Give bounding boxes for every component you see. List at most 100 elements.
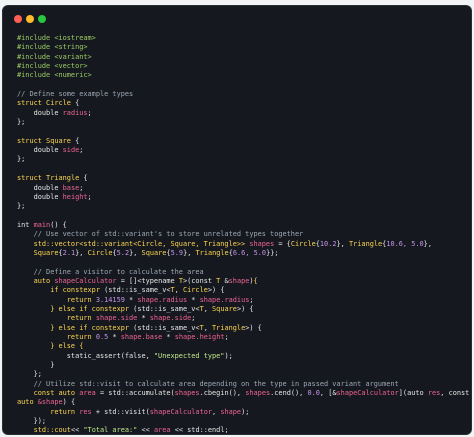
- code-line: #include <iostream>: [17, 34, 467, 43]
- code-token: = {: [274, 239, 291, 248]
- code-token: *: [187, 295, 200, 304]
- code-token: Triangle: [348, 239, 383, 248]
- code-line: const auto area = std::accumulate(shapes…: [17, 389, 470, 398]
- code-line: static_assert(false, "Unexpected type");: [17, 352, 467, 361]
- code-line: #include <numeric>: [17, 71, 467, 80]
- code-token: struct: [17, 99, 47, 108]
- code-token: shape.height: [174, 333, 225, 341]
- code-line: };: [17, 370, 467, 379]
- code-token: Triangle: [195, 248, 229, 257]
- code-token: return: [17, 407, 80, 416]
- code-token: + std::visit(: [91, 407, 150, 416]
- code-token: 6.6, 5.0: [232, 248, 267, 257]
- code-token: double: [17, 146, 63, 155]
- code-line: }: [17, 361, 467, 370]
- code-token: >(const: [182, 276, 217, 285]
- code-token: <<: [137, 426, 154, 435]
- code-token: // Define some example types: [17, 90, 134, 99]
- code-token: ,: [174, 286, 183, 295]
- code-token: = std::accumulate(: [95, 389, 175, 398]
- code-token: shape.base: [120, 333, 163, 341]
- code-token: ;: [87, 108, 92, 117]
- code-token: (std::is_same_v<: [104, 286, 171, 295]
- code-token: };: [17, 118, 26, 127]
- code-line: };: [17, 118, 467, 127]
- code-token: #include <variant>: [17, 52, 92, 61]
- code-token: shapeCalculator: [149, 407, 213, 416]
- code-line: std::vector<std::variant<Circle, Square,…: [17, 240, 467, 249]
- code-token: Square: [212, 304, 237, 313]
- minimize-dot[interactable]: [26, 15, 34, 23]
- code-token: = []<typename: [116, 276, 179, 285]
- code-token: #include <vector>: [17, 62, 88, 71]
- code-token: if constexpr: [17, 286, 105, 295]
- code-token: 10.2: [319, 239, 337, 248]
- code-token: {: [70, 99, 80, 108]
- code-token: }};: [266, 248, 279, 257]
- code-token: {: [253, 276, 258, 285]
- code-token: Triangle: [212, 323, 246, 332]
- code-line: double radius;: [17, 109, 467, 118]
- code-line: if constexpr (std::is_same_v<T, Circle>)…: [17, 286, 467, 295]
- code-token: static_assert(false,: [17, 351, 154, 360]
- code-token: shapes: [174, 389, 200, 398]
- code-token: (std::is_same_v<: [133, 304, 200, 313]
- code-token: shape: [228, 276, 250, 285]
- code-token: } else if constexpr: [17, 304, 134, 313]
- code-line: return 0.5 * shape.base * shape.height;: [17, 333, 467, 342]
- code-token: double: [17, 108, 63, 117]
- code-line: auto shapeCalculator = []<typename T>(co…: [17, 277, 467, 286]
- code-token: std::vector<std::variant<Circle, Square,…: [17, 239, 250, 248]
- code-token: radius: [62, 108, 88, 117]
- code-token: return: [17, 295, 96, 304]
- code-token: , const: [440, 389, 470, 398]
- code-line: int main() {: [17, 221, 467, 230]
- code-token: double: [17, 183, 63, 192]
- code-token: main: [33, 220, 51, 229]
- code-token: Circle: [290, 239, 316, 248]
- code-token: base: [62, 183, 80, 192]
- code-token: );: [224, 351, 233, 360]
- zoom-dot[interactable]: [38, 15, 46, 23]
- code-token: >) {: [245, 323, 262, 332]
- code-token: // Utilize std::visit to calculate area …: [17, 379, 399, 388]
- close-dot[interactable]: [14, 15, 22, 23]
- code-token: auto: [17, 276, 55, 285]
- code-line: struct Circle {: [17, 99, 467, 108]
- code-line: #include <string>: [17, 43, 467, 52]
- code-token: shape: [220, 407, 242, 416]
- code-token: Circle: [182, 286, 208, 295]
- code-token: {: [70, 136, 80, 145]
- code-token: },: [423, 239, 432, 248]
- code-token: 10.6, 5.0: [386, 239, 424, 248]
- code-line: // Define some example types: [17, 90, 467, 99]
- code-token: area: [79, 389, 96, 398]
- code-line: // Define a visitor to calculate the are…: [17, 268, 467, 277]
- code-token: shape.side: [95, 314, 138, 323]
- code-token: auto: [17, 398, 38, 407]
- code-token: .cbegin(),: [199, 389, 246, 398]
- code-line: return res + std::visit(shapeCalculator,…: [17, 408, 467, 417]
- code-token: >) {: [207, 286, 225, 295]
- code-line: } else {: [17, 342, 467, 351]
- code-token: ](auto: [398, 389, 428, 398]
- code-token: },: [75, 248, 88, 257]
- code-token: res: [79, 407, 92, 416]
- code-token: 0.5: [95, 333, 113, 341]
- code-token: side: [62, 146, 80, 155]
- code-line: double height;: [17, 193, 467, 202]
- code-token: Circle: [87, 248, 113, 257]
- code-token: >) {: [236, 304, 254, 313]
- code-token: "Unexpected type": [153, 351, 225, 360]
- code-token: };: [17, 155, 26, 164]
- code-token: double: [17, 192, 63, 201]
- code-token: 0.0: [307, 389, 320, 398]
- code-token: });: [17, 417, 47, 426]
- code-token: "Total area:": [83, 426, 138, 435]
- code-token: };: [17, 370, 42, 379]
- code-token: } else if constexpr: [17, 323, 134, 332]
- code-token: #include <string>: [17, 43, 88, 52]
